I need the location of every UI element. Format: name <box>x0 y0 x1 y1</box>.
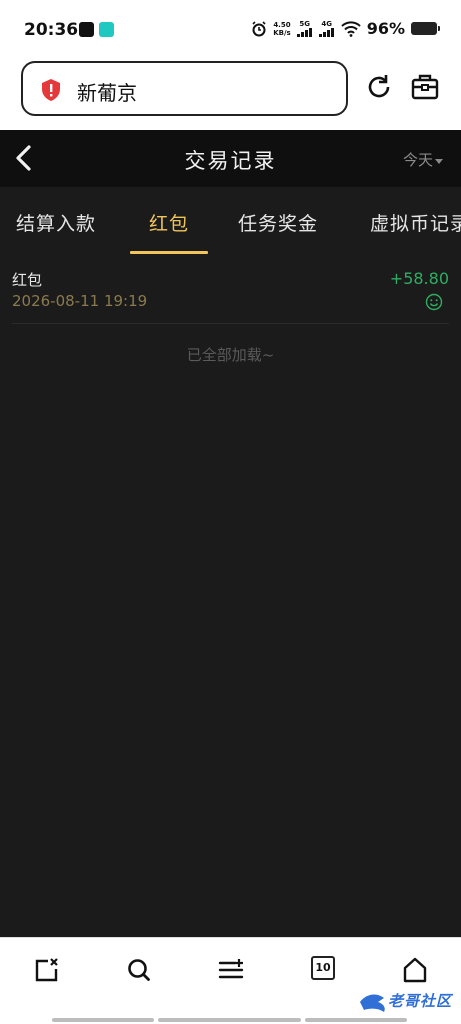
app-notification-icon <box>99 22 114 37</box>
smile-icon <box>425 293 443 311</box>
gesture-bar <box>305 1018 407 1022</box>
status-time: 20:36 <box>24 20 79 40</box>
tab-crypto-records[interactable]: 虚拟币记录 <box>370 209 461 236</box>
site-name: 新葡京 <box>77 81 137 105</box>
record-amount: +58.80 <box>389 269 449 288</box>
reload-icon[interactable] <box>364 72 394 102</box>
signal-5g: 5G <box>296 20 313 37</box>
status-bar: 20:36 4.50 KB/s 5G 4G 96% <box>0 0 461 58</box>
alarm-icon <box>252 20 266 36</box>
date-filter-label: 今天 <box>402 151 433 169</box>
browser-address-bar: 新葡京 <box>0 58 461 130</box>
battery-icon <box>411 22 440 35</box>
search-icon[interactable] <box>125 956 153 984</box>
watermark-text: 老哥社区 <box>388 992 453 1010</box>
browser-bottom-bar: 10 老哥社区 <box>0 937 461 1024</box>
page-title: 交易记录 <box>184 149 277 173</box>
tab-task-bonus[interactable]: 任务奖金 <box>238 209 318 236</box>
caret-down-icon <box>435 158 443 164</box>
wifi-icon <box>341 20 361 37</box>
tab-red-packet[interactable]: 红包 <box>149 209 189 236</box>
record-type: 红包 <box>12 271 43 289</box>
record-time: 2026-08-11 19:19 <box>12 292 148 310</box>
signal-bars-icon <box>296 28 312 37</box>
address-field[interactable]: 新葡京 <box>21 61 348 116</box>
tab-settlement-deposit[interactable]: 结算入款 <box>16 209 96 236</box>
security-shield-icon[interactable] <box>40 78 62 102</box>
record-type-tabs: 结算入款 红包 任务奖金 虚拟币记录 <box>0 187 461 257</box>
active-tab-indicator <box>130 251 208 254</box>
toolbox-icon[interactable] <box>410 72 440 102</box>
list-end-text: 已全部加载~ <box>186 346 275 364</box>
menu-icon[interactable] <box>217 956 245 984</box>
home-icon[interactable] <box>401 956 429 984</box>
date-filter-dropdown[interactable]: 今天 <box>403 149 443 170</box>
tab-count-button[interactable]: 10 <box>311 956 335 980</box>
signal-4g: 4G <box>318 20 335 37</box>
battery-percent: 96% <box>366 19 405 38</box>
page-header: 交易记录 今天 <box>0 130 461 187</box>
gesture-bar <box>158 1018 301 1022</box>
gesture-bar <box>52 1018 154 1022</box>
list-item[interactable]: 红包 2026-08-11 19:19 +58.80 <box>12 266 449 324</box>
close-page-icon[interactable] <box>33 956 61 984</box>
signal-bars-icon <box>318 28 334 37</box>
tiktok-icon <box>79 22 94 37</box>
net-speed: 4.50 KB/s <box>273 20 291 37</box>
status-indicators: 4.50 KB/s 5G 4G 96% <box>251 19 440 38</box>
